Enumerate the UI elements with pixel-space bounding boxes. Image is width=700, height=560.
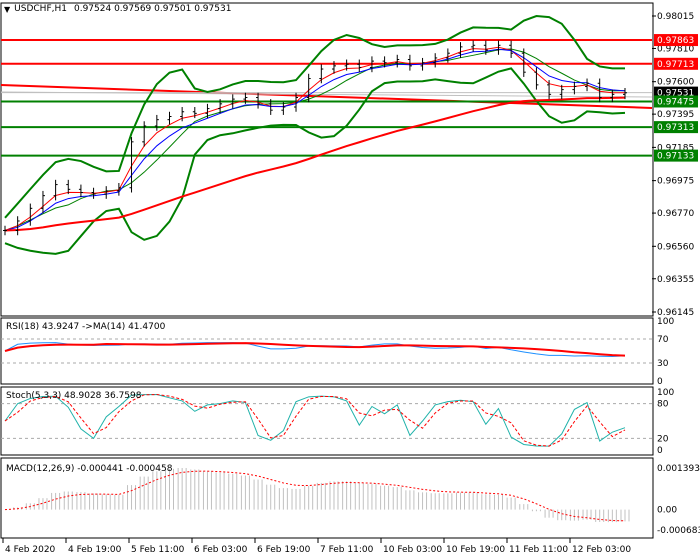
price-tick-label: 0.96770 (657, 209, 694, 219)
time-tick-label: 4 Feb 19:00 (68, 545, 122, 555)
ohlc-values: 0.97524 0.97569 0.97501 0.97531 (73, 4, 232, 14)
time-tick-label: 10 Feb 19:00 (446, 545, 505, 555)
macd-tick-label: 0.001393 (657, 464, 700, 474)
rsi-tick-label: 30 (657, 359, 669, 369)
dropdown-triangle-icon[interactable]: ▼ (4, 5, 10, 14)
panel-frame-0 (0, 2, 654, 317)
bollinger-upper (4, 15, 626, 219)
level-label: 0.97863 (657, 36, 694, 46)
level-label: 0.97313 (657, 123, 694, 133)
price-tick-label: 0.97600 (657, 78, 694, 88)
macd-tick-label: -0.000683 (657, 526, 700, 536)
price-tick-label: 0.96975 (657, 177, 694, 187)
bollinger-middle (4, 48, 626, 231)
time-tick-label: 7 Feb 11:00 (320, 545, 374, 555)
time-tick-label: 5 Feb 11:00 (131, 545, 185, 555)
price-tick-label: 0.96560 (657, 242, 694, 252)
level-label: 0.97713 (657, 60, 694, 70)
stoch-tick-label: 0 (657, 446, 663, 456)
time-tick-label: 11 Feb 11:00 (509, 545, 568, 555)
rsi-tick-label: 0 (657, 377, 663, 387)
rsi-tick-label: 100 (657, 317, 674, 327)
level-label: 0.97133 (657, 152, 694, 162)
price-tick-label: 0.96355 (657, 275, 694, 285)
rsi-tick-label: 70 (657, 335, 669, 345)
time-tick-label: 6 Feb 03:00 (194, 545, 248, 555)
rsi-ma-line (4, 342, 626, 357)
ma-slow (4, 48, 626, 231)
macd-tick-label: 0.00 (657, 506, 677, 516)
macd-label: MACD(12,26,9) -0.000441 -0.000458 (6, 464, 173, 474)
time-tick-label: 6 Feb 19:00 (257, 545, 311, 555)
time-tick-label: 12 Feb 03:00 (572, 545, 631, 555)
chart-header: ▼ USDCHF,H1 0.97524 0.97569 0.97501 0.97… (4, 4, 231, 14)
price-chart: 0.980150.978100.976000.973950.971850.969… (0, 2, 700, 555)
ma-fast (4, 46, 626, 231)
rsi-label: RSI(18) 43.9247 ->MA(14) 41.4700 (6, 322, 166, 332)
level-label: 0.97475 (657, 97, 694, 107)
stoch-tick-label: 100 (657, 388, 674, 398)
stoch-tick-label: 20 (657, 434, 669, 444)
price-tick-label: 0.97395 (657, 110, 694, 120)
stoch-label: Stoch(5,3,3) 48.9028 36.7598 (6, 391, 142, 401)
ma-200 (4, 96, 626, 232)
time-tick-label: 4 Feb 2020 (5, 545, 56, 555)
time-tick-label: 10 Feb 03:00 (383, 545, 442, 555)
symbol-label: USDCHF,H1 (14, 4, 67, 14)
price-tick-label: 0.98015 (657, 12, 694, 22)
stoch-tick-label: 80 (657, 400, 669, 410)
